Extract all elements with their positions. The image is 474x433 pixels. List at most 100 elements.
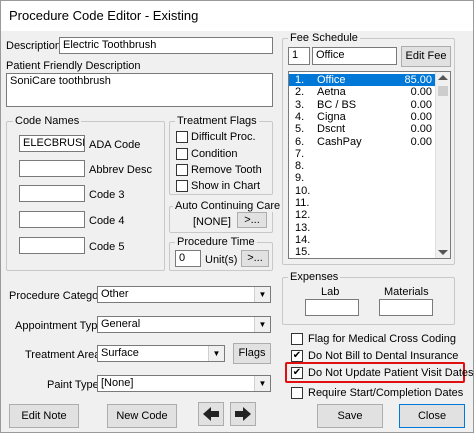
fee-schedule-row[interactable]: 15. — [289, 246, 450, 258]
fee-schedule-row[interactable]: 10. — [289, 185, 450, 197]
fee-schedule-row[interactable]: 6. CashPay 0.00 — [289, 136, 450, 148]
fee-schedule-row[interactable]: 4. Cigna 0.00 — [289, 111, 450, 123]
treatment-area-select[interactable]: Surface ▼ — [97, 345, 225, 362]
checkmark-icon: ✔ — [292, 350, 302, 361]
remove-tooth-label: Remove Tooth — [191, 164, 262, 176]
flag-medical-cross-coding-label: Flag for Medical Cross Coding — [308, 333, 456, 345]
fee-row-name: Aetna — [317, 86, 346, 99]
show-in-chart-label: Show in Chart — [191, 180, 261, 192]
fee-schedule-row[interactable]: 3. BC / BS 0.00 — [289, 99, 450, 111]
fee-row-amount: 0.00 — [410, 98, 432, 111]
chevron-down-icon[interactable]: ▼ — [254, 376, 270, 391]
fee-schedule-row[interactable]: 1. Office 85.00 — [289, 74, 450, 86]
chevron-down-icon[interactable]: ▼ — [254, 317, 270, 332]
patient-desc-input[interactable]: SoniCare toothbrush — [6, 73, 273, 107]
scroll-down-icon[interactable] — [438, 250, 448, 255]
fee-schedule-row[interactable]: 14. — [289, 234, 450, 246]
edit-note-button[interactable]: Edit Note — [9, 404, 79, 428]
lab-input[interactable] — [305, 299, 359, 316]
fee-row-amount: 0.00 — [410, 86, 432, 99]
condition-checkbox[interactable] — [176, 148, 188, 160]
units-label: Unit(s) — [205, 254, 238, 266]
code-3-input[interactable] — [19, 185, 85, 202]
checkmark-icon: ✔ — [292, 367, 302, 378]
code-5-label: Code 5 — [89, 241, 125, 253]
chevron-down-icon[interactable]: ▼ — [254, 287, 270, 302]
next-button[interactable] — [230, 402, 256, 426]
code-4-label: Code 4 — [89, 215, 125, 227]
fee-schedule-row[interactable]: 9. — [289, 172, 450, 184]
difficult-proc-checkbox[interactable] — [176, 131, 188, 143]
fee-row-number: 8. — [295, 160, 305, 173]
do-not-bill-dental-label: Do Not Bill to Dental Insurance — [308, 350, 459, 362]
do-not-bill-dental-checkbox[interactable]: ✔ — [291, 350, 303, 362]
abbrev-desc-label: Abbrev Desc — [89, 164, 152, 176]
treatment-area-value: Surface — [101, 347, 139, 359]
paint-type-select[interactable]: [None] ▼ — [97, 375, 271, 392]
scroll-thumb[interactable] — [438, 86, 448, 96]
code-5-input[interactable] — [19, 237, 85, 254]
fee-row-number: 14. — [295, 233, 311, 246]
fee-row-name: Office — [317, 74, 346, 86]
fee-list-scrollbar[interactable] — [435, 72, 450, 258]
fee-row-name: CashPay — [317, 135, 362, 148]
fee-row-number: 15. — [295, 246, 311, 259]
fee-row-number: 10. — [295, 184, 311, 197]
ada-code-label: ADA Code — [89, 139, 141, 151]
fee-schedule-list[interactable]: 1. Office 85.00 2. Aetna 0.00 3. BC / BS 0.00 4. C… — [288, 71, 451, 259]
fee-row-number: 2. — [295, 86, 305, 99]
fee-row-name: Cigna — [317, 110, 346, 123]
ada-code-input[interactable]: ELECBRUSH — [19, 135, 85, 152]
scroll-up-icon[interactable] — [438, 75, 448, 80]
code-names-title: Code Names — [13, 115, 82, 127]
do-not-update-visit-dates-label: Do Not Update Patient Visit Dates — [308, 367, 474, 379]
appointment-type-label: Appointment Type: — [15, 320, 107, 332]
flag-medical-cross-coding-checkbox[interactable] — [291, 333, 303, 345]
auto-care-button[interactable]: >... — [237, 212, 267, 228]
treatment-flags-title: Treatment Flags — [175, 115, 259, 127]
condition-label: Condition — [191, 148, 238, 160]
appointment-type-select[interactable]: General ▼ — [97, 316, 271, 333]
fee-schedule-row[interactable]: 2. Aetna 0.00 — [289, 86, 450, 98]
new-code-button[interactable]: New Code — [107, 404, 177, 428]
lab-label: Lab — [321, 286, 340, 298]
materials-input[interactable] — [379, 299, 433, 316]
procedure-time-button[interactable]: >... — [241, 250, 269, 267]
fee-schedule-row[interactable]: 5. Dscnt 0.00 — [289, 123, 450, 135]
abbrev-desc-input[interactable] — [19, 160, 85, 177]
fee-row-number: 11. — [295, 197, 310, 209]
fee-row-number: 4. — [295, 110, 305, 123]
chevron-down-icon[interactable]: ▼ — [208, 346, 224, 361]
code-3-label: Code 3 — [89, 189, 125, 201]
fee-schedule-row[interactable]: 7. — [289, 148, 450, 160]
show-in-chart-checkbox[interactable] — [176, 180, 188, 192]
remove-tooth-checkbox[interactable] — [176, 164, 188, 176]
fee-schedule-row[interactable]: 8. — [289, 160, 450, 172]
fee-schedule-row[interactable]: 11. — [289, 197, 450, 209]
procedure-category-value: Other — [101, 288, 129, 300]
edit-fee-button[interactable]: Edit Fee — [401, 46, 451, 67]
procedure-time-input[interactable]: 0 — [175, 250, 201, 267]
fee-row-number: 5. — [295, 123, 305, 136]
fee-schedule-name-input[interactable]: Office — [312, 47, 397, 65]
save-button[interactable]: Save — [317, 404, 383, 428]
previous-button[interactable] — [198, 402, 224, 426]
window-title: Procedure Code Editor - Existing — [1, 1, 473, 31]
fee-row-number: 9. — [295, 172, 305, 185]
fee-row-number: 3. — [295, 98, 305, 111]
fee-schedule-row[interactable]: 13. — [289, 222, 450, 234]
fee-schedule-row[interactable]: 12. — [289, 209, 450, 221]
fee-row-name: Dscnt — [317, 123, 346, 136]
close-button[interactable]: Close — [399, 404, 465, 428]
code-4-input[interactable] — [19, 211, 85, 228]
do-not-update-visit-dates-checkbox[interactable]: ✔ — [291, 367, 303, 379]
flags-button[interactable]: Flags — [233, 343, 271, 364]
auto-care-value: [NONE] — [193, 216, 231, 228]
description-input[interactable]: Electric Toothbrush — [59, 37, 273, 54]
procedure-category-select[interactable]: Other ▼ — [97, 286, 271, 303]
procedure-code-editor-window: Procedure Code Editor - Existing Descrip… — [0, 0, 474, 433]
paint-type-label: Paint Type: — [47, 379, 102, 391]
fee-row-number: 6. — [295, 135, 305, 148]
fee-schedule-number-input[interactable]: 1 — [288, 47, 310, 65]
require-start-completion-checkbox[interactable] — [291, 387, 303, 399]
